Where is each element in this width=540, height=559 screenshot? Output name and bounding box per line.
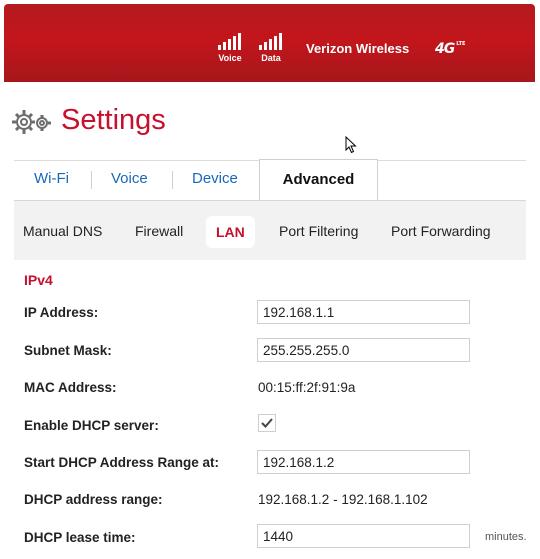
enable-dhcp-checkbox[interactable]: [258, 414, 276, 432]
lease-time-input[interactable]: 1440: [257, 524, 470, 548]
status-bar: Voice Data Verizon Wireless 4G LTE: [4, 4, 535, 82]
dhcp-range-value: 192.168.1.2 - 192.168.1.102: [258, 492, 428, 507]
voice-signal: Voice: [210, 32, 250, 63]
network-badge: 4G LTE: [435, 41, 466, 57]
tab-wifi[interactable]: Wi-Fi: [34, 161, 69, 199]
ip-address-input[interactable]: 192.168.1.1: [257, 300, 470, 324]
section-title-ipv4: IPv4: [24, 272, 53, 288]
voice-signal-bars-icon: [218, 32, 242, 50]
lease-time-unit: minutes.: [485, 531, 527, 543]
main-tabs: Wi-Fi Voice Device Advanced: [14, 159, 526, 202]
mouse-pointer-icon: [345, 136, 357, 154]
subtab-manual-dns[interactable]: Manual DNS: [23, 223, 102, 239]
page-title: Settings: [61, 104, 166, 136]
checkmark-icon: [261, 418, 273, 428]
data-signal-bars-icon: [259, 32, 283, 50]
voice-label: Voice: [218, 53, 242, 63]
data-label: Data: [261, 53, 281, 63]
subnet-mask-input[interactable]: 255.255.255.0: [257, 338, 470, 362]
dhcp-start-label: Start DHCP Address Range at:: [24, 455, 220, 470]
data-signal: Data: [251, 32, 291, 63]
tab-device[interactable]: Device: [172, 161, 238, 199]
mac-address-label: MAC Address:: [24, 380, 117, 395]
carrier-name: Verizon Wireless: [306, 41, 410, 56]
enable-dhcp-label: Enable DHCP server:: [24, 418, 159, 433]
tab-advanced[interactable]: Advanced: [259, 159, 378, 202]
subtab-port-filtering[interactable]: Port Filtering: [279, 223, 358, 239]
sub-tabs: Manual DNS Firewall LAN Port Filtering P…: [14, 200, 526, 260]
dhcp-range-label: DHCP address range:: [24, 492, 163, 507]
lease-time-label: DHCP lease time:: [24, 530, 136, 545]
mac-address-value: 00:15:ff:2f:91:9a: [258, 380, 356, 395]
subtab-firewall[interactable]: Firewall: [135, 223, 183, 239]
ip-address-label: IP Address:: [24, 305, 99, 320]
subtab-port-forwarding[interactable]: Port Forwarding: [391, 223, 491, 239]
dhcp-start-input[interactable]: 192.168.1.2: [257, 450, 470, 474]
gear-icon: [12, 110, 51, 134]
network-badge-sub: LTE: [456, 41, 466, 47]
tab-voice[interactable]: Voice: [91, 161, 148, 199]
subtab-lan[interactable]: LAN: [206, 216, 255, 248]
subnet-mask-label: Subnet Mask:: [24, 343, 112, 358]
